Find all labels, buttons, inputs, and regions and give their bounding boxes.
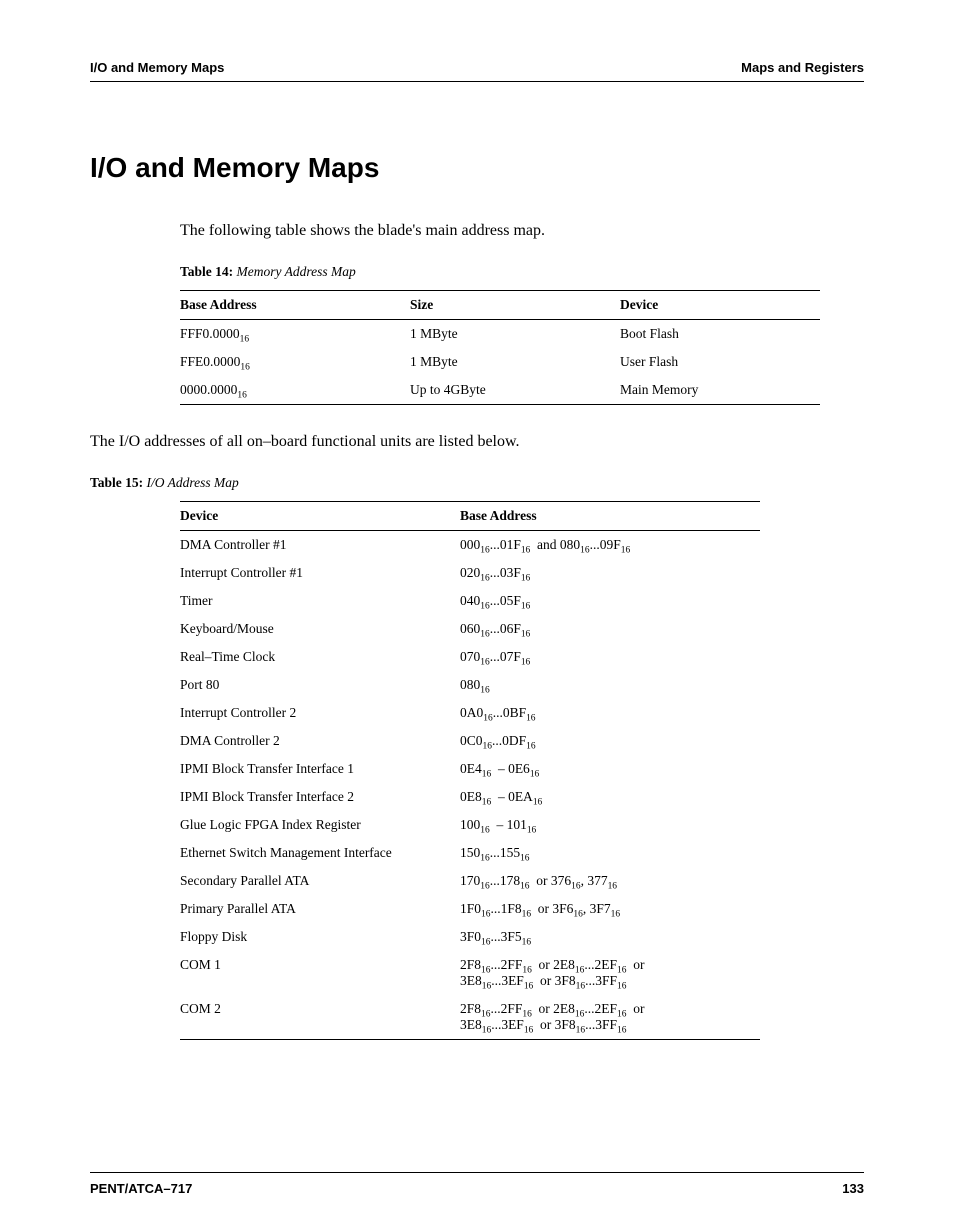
- table-row: Port 8008016: [180, 671, 760, 699]
- base-address-cell: 15016...15516: [460, 839, 760, 867]
- table14-h2: Size: [410, 291, 620, 320]
- device-cell: Port 80: [180, 671, 460, 699]
- size-cell: 1 MByte: [410, 348, 620, 376]
- device-cell: Secondary Parallel ATA: [180, 867, 460, 895]
- device-cell: Glue Logic FPGA Index Register: [180, 811, 460, 839]
- base-address-cell: 17016...17816 or 37616, 37716: [460, 867, 760, 895]
- base-address-cell: 0A016...0BF16: [460, 699, 760, 727]
- table-row: DMA Controller #100016...01F16 and 08016…: [180, 531, 760, 560]
- table-row: COM 12F816...2FF16 or 2E816...2EF16 or3E…: [180, 951, 760, 995]
- table-row: Primary Parallel ATA1F016...1F816 or 3F6…: [180, 895, 760, 923]
- page-title: I/O and Memory Maps: [90, 152, 864, 184]
- size-cell: 1 MByte: [410, 320, 620, 349]
- intro-paragraph-2: The I/O addresses of all on–board functi…: [90, 433, 864, 451]
- table14-h3: Device: [620, 291, 820, 320]
- base-address-cell: 3F016...3F516: [460, 923, 760, 951]
- base-address-cell: 07016...07F16: [460, 643, 760, 671]
- table14-caption-label: Table 14:: [180, 264, 233, 279]
- device-cell: COM 1: [180, 951, 460, 995]
- table-row: Interrupt Controller #102016...03F16: [180, 559, 760, 587]
- size-cell: Up to 4GByte: [410, 376, 620, 405]
- device-cell: Keyboard/Mouse: [180, 615, 460, 643]
- table-row: Ethernet Switch Management Interface1501…: [180, 839, 760, 867]
- device-cell: Timer: [180, 587, 460, 615]
- table-row: Secondary Parallel ATA17016...17816 or 3…: [180, 867, 760, 895]
- base-address-cell: 0E816 – 0EA16: [460, 783, 760, 811]
- table-row: Interrupt Controller 20A016...0BF16: [180, 699, 760, 727]
- header-right: Maps and Registers: [741, 60, 864, 75]
- base-address-cell: 06016...06F16: [460, 615, 760, 643]
- page: I/O and Memory Maps Maps and Registers I…: [0, 0, 954, 1232]
- base-address-cell: 00016...01F16 and 08016...09F16: [460, 531, 760, 560]
- base-address-cell: FFF0.000016: [180, 320, 410, 349]
- device-cell: Ethernet Switch Management Interface: [180, 839, 460, 867]
- table-row: Floppy Disk3F016...3F516: [180, 923, 760, 951]
- table14-h1: Base Address: [180, 291, 410, 320]
- device-cell: DMA Controller #1: [180, 531, 460, 560]
- footer-left: PENT/ATCA–717: [90, 1181, 192, 1196]
- device-cell: COM 2: [180, 995, 460, 1040]
- base-address-cell: FFE0.000016: [180, 348, 410, 376]
- table-row: 0000.000016Up to 4GByteMain Memory: [180, 376, 820, 405]
- table15-h1: Device: [180, 502, 460, 531]
- device-cell: User Flash: [620, 348, 820, 376]
- base-address-cell: 2F816...2FF16 or 2E816...2EF16 or3E816..…: [460, 951, 760, 995]
- table-row: Keyboard/Mouse06016...06F16: [180, 615, 760, 643]
- base-address-cell: 1F016...1F816 or 3F616, 3F716: [460, 895, 760, 923]
- running-footer: PENT/ATCA–717 133: [90, 1172, 864, 1196]
- table-row: Glue Logic FPGA Index Register10016 – 10…: [180, 811, 760, 839]
- device-cell: Boot Flash: [620, 320, 820, 349]
- table15-caption: Table 15: I/O Address Map: [90, 475, 864, 491]
- header-left: I/O and Memory Maps: [90, 60, 224, 75]
- base-address-cell: 04016...05F16: [460, 587, 760, 615]
- memory-address-table: Base Address Size Device FFF0.0000161 MB…: [180, 290, 820, 405]
- device-cell: Interrupt Controller #1: [180, 559, 460, 587]
- device-cell: IPMI Block Transfer Interface 2: [180, 783, 460, 811]
- body-content: The following table shows the blade's ma…: [180, 222, 864, 1040]
- base-address-cell: 0C016...0DF16: [460, 727, 760, 755]
- device-cell: IPMI Block Transfer Interface 1: [180, 755, 460, 783]
- base-address-cell: 2F816...2FF16 or 2E816...2EF16 or3E816..…: [460, 995, 760, 1040]
- table-row: DMA Controller 20C016...0DF16: [180, 727, 760, 755]
- device-cell: Floppy Disk: [180, 923, 460, 951]
- intro-paragraph-1: The following table shows the blade's ma…: [180, 222, 864, 240]
- table-header-row: Device Base Address: [180, 502, 760, 531]
- table-row: Timer04016...05F16: [180, 587, 760, 615]
- footer-right: 133: [842, 1181, 864, 1196]
- base-address-cell: 0E416 – 0E616: [460, 755, 760, 783]
- table15-caption-label: Table 15:: [90, 475, 143, 490]
- base-address-cell: 10016 – 10116: [460, 811, 760, 839]
- base-address-cell: 08016: [460, 671, 760, 699]
- table-row: COM 22F816...2FF16 or 2E816...2EF16 or3E…: [180, 995, 760, 1040]
- table15-h2: Base Address: [460, 502, 760, 531]
- device-cell: DMA Controller 2: [180, 727, 460, 755]
- device-cell: Main Memory: [620, 376, 820, 405]
- io-address-table: Device Base Address DMA Controller #1000…: [180, 501, 760, 1040]
- base-address-cell: 02016...03F16: [460, 559, 760, 587]
- table-row: FFF0.0000161 MByteBoot Flash: [180, 320, 820, 349]
- table14-caption: Table 14: Memory Address Map: [180, 264, 864, 280]
- device-cell: Interrupt Controller 2: [180, 699, 460, 727]
- running-header: I/O and Memory Maps Maps and Registers: [90, 60, 864, 82]
- table15-caption-title: I/O Address Map: [143, 475, 239, 490]
- base-address-cell: 0000.000016: [180, 376, 410, 405]
- table-row: IPMI Block Transfer Interface 20E816 – 0…: [180, 783, 760, 811]
- device-cell: Primary Parallel ATA: [180, 895, 460, 923]
- table-row: Real–Time Clock07016...07F16: [180, 643, 760, 671]
- device-cell: Real–Time Clock: [180, 643, 460, 671]
- table14-caption-title: Memory Address Map: [233, 264, 356, 279]
- table-row: FFE0.0000161 MByteUser Flash: [180, 348, 820, 376]
- table-header-row: Base Address Size Device: [180, 291, 820, 320]
- table-row: IPMI Block Transfer Interface 10E416 – 0…: [180, 755, 760, 783]
